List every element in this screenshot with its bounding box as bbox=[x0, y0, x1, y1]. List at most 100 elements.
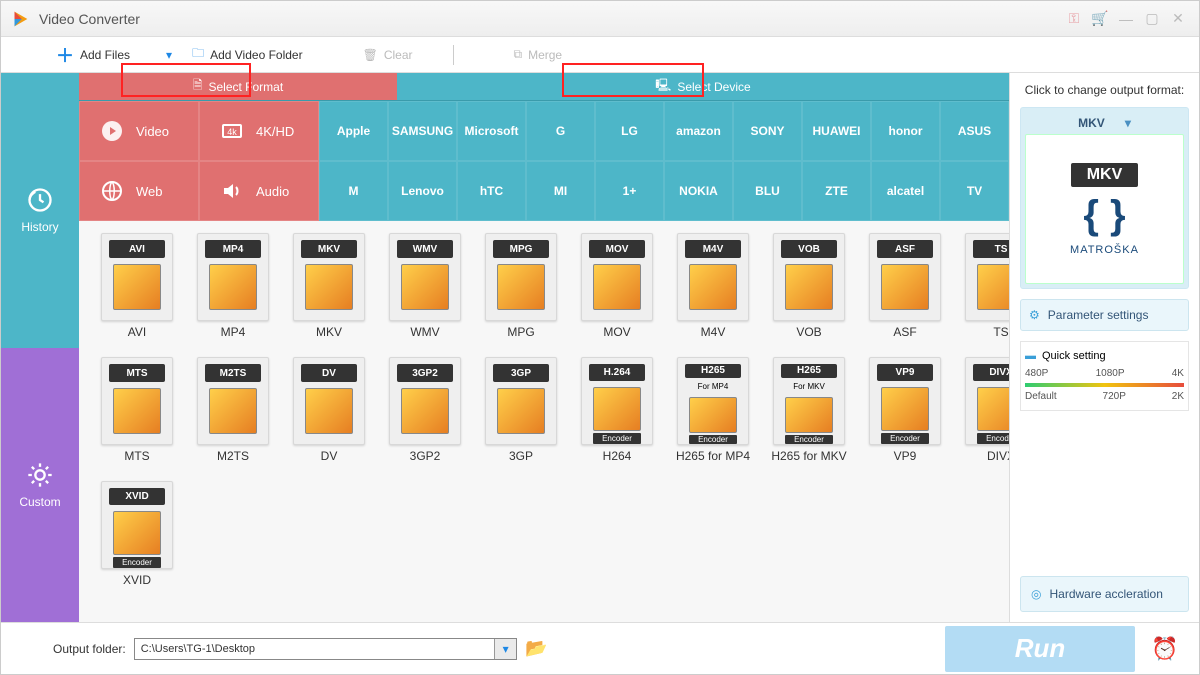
brand-1[interactable]: 1+ bbox=[595, 161, 664, 221]
brand-lg[interactable]: LG bbox=[595, 101, 664, 161]
brand-apple[interactable]: Apple bbox=[319, 101, 388, 161]
app-title: Video Converter bbox=[39, 11, 140, 27]
format-divx[interactable]: DIVXEncoderDIVX bbox=[961, 357, 1009, 463]
schedule-button[interactable]: ⏰ bbox=[1143, 636, 1187, 662]
output-folder-path: C:\Users\TG-1\Desktop bbox=[135, 643, 494, 655]
format-label: MPG bbox=[481, 325, 561, 339]
minimize-icon[interactable]: — bbox=[1113, 11, 1139, 27]
cart-icon[interactable]: 🛒 bbox=[1087, 10, 1113, 27]
format-vp9[interactable]: VP9EncoderVP9 bbox=[865, 357, 945, 463]
format-dv[interactable]: DVDV bbox=[289, 357, 369, 463]
maximize-icon[interactable]: ▢ bbox=[1139, 10, 1165, 27]
add-folder-label: Add Video Folder bbox=[210, 48, 303, 62]
brand-tv[interactable]: TV bbox=[940, 161, 1009, 221]
key-icon[interactable]: ⚿ bbox=[1061, 10, 1087, 27]
format-label: VOB bbox=[769, 325, 849, 339]
brand-sony[interactable]: SONY bbox=[733, 101, 802, 161]
brand-alcatel[interactable]: alcatel bbox=[871, 161, 940, 221]
output-format-hint: Click to change output format: bbox=[1020, 83, 1189, 97]
brand-mi[interactable]: MI bbox=[526, 161, 595, 221]
qs-default: Default bbox=[1025, 391, 1057, 402]
select-format-tab[interactable]: 🗎 Select Format bbox=[79, 73, 397, 100]
brand-honor[interactable]: honor bbox=[871, 101, 940, 161]
category-audio[interactable]: Audio bbox=[199, 161, 319, 221]
select-device-tab[interactable]: 🖳 Select Device bbox=[397, 73, 1009, 100]
chip-icon: ▬ bbox=[1025, 350, 1036, 362]
qs-720p: 720P bbox=[1103, 391, 1126, 402]
brand-g[interactable]: G bbox=[526, 101, 595, 161]
category-4khd[interactable]: 4k4K/HD bbox=[199, 101, 319, 161]
format-mov[interactable]: MOVMOV bbox=[577, 233, 657, 339]
open-folder-button[interactable]: 📂 bbox=[525, 638, 547, 659]
trash-icon: 🗑 bbox=[363, 48, 378, 62]
format-3gp[interactable]: 3GP3GP bbox=[481, 357, 561, 463]
format-grid: AVIAVIMP4MP4MKVMKVWMVWMVMPGMPGMOVMOVM4VM… bbox=[97, 233, 991, 587]
play-icon bbox=[100, 119, 124, 143]
category-video-label: Video bbox=[136, 124, 169, 139]
format-avi[interactable]: AVIAVI bbox=[97, 233, 177, 339]
brand-microsoft[interactable]: Microsoft bbox=[457, 101, 526, 161]
run-button[interactable]: Run bbox=[945, 626, 1135, 672]
brand-samsung[interactable]: SAMSUNG bbox=[388, 101, 457, 161]
format-m2ts[interactable]: M2TSM2TS bbox=[193, 357, 273, 463]
format-label: XVID bbox=[97, 573, 177, 587]
format-m4v[interactable]: M4VM4V bbox=[673, 233, 753, 339]
app-window: Video Converter ⚿ 🛒 — ▢ ✕ ＋ Add Files ▾ … bbox=[0, 0, 1200, 675]
selected-format-image: MKV { } MATROŠKA bbox=[1025, 134, 1184, 284]
format-wmv[interactable]: WMVWMV bbox=[385, 233, 465, 339]
brand-htc[interactable]: hTC bbox=[457, 161, 526, 221]
format-xvid[interactable]: XVIDEncoderXVID bbox=[97, 481, 177, 587]
merge-button[interactable]: ⧉ Merge bbox=[514, 47, 563, 62]
format-3gp2[interactable]: 3GP23GP2 bbox=[385, 357, 465, 463]
selected-format-card[interactable]: MKV ▾ MKV { } MATROŠKA bbox=[1020, 107, 1189, 289]
hardware-acceleration-button[interactable]: ◎ Hardware accleration bbox=[1020, 576, 1189, 612]
format-label: H265 for MKV bbox=[769, 449, 849, 463]
category-video[interactable]: Video bbox=[79, 101, 199, 161]
brand-m[interactable]: M bbox=[319, 161, 388, 221]
format-asf[interactable]: ASFASF bbox=[865, 233, 945, 339]
format-h265formp4[interactable]: H265For MP4EncoderH265 for MP4 bbox=[673, 357, 753, 463]
format-mpg[interactable]: MPGMPG bbox=[481, 233, 561, 339]
brand-asus[interactable]: ASUS bbox=[940, 101, 1009, 161]
qs-1080p: 1080P bbox=[1096, 368, 1125, 379]
format-vob[interactable]: VOBVOB bbox=[769, 233, 849, 339]
brand-lenovo[interactable]: Lenovo bbox=[388, 161, 457, 221]
format-ts[interactable]: TSTS bbox=[961, 233, 1009, 339]
titlebar: Video Converter ⚿ 🛒 — ▢ ✕ bbox=[1, 1, 1199, 37]
quality-slider[interactable] bbox=[1025, 383, 1184, 387]
brand-amazon[interactable]: amazon bbox=[664, 101, 733, 161]
format-label: MP4 bbox=[193, 325, 273, 339]
run-button-label: Run bbox=[1015, 633, 1066, 664]
qs-4k: 4K bbox=[1172, 368, 1184, 379]
history-tab[interactable]: History bbox=[1, 73, 79, 348]
right-panel: Click to change output format: MKV ▾ MKV… bbox=[1009, 73, 1199, 622]
category-web[interactable]: Web bbox=[79, 161, 199, 221]
close-icon[interactable]: ✕ bbox=[1165, 10, 1191, 27]
main-area: 🗎 Select Format 🖳 Select Device Video 4k… bbox=[79, 73, 1009, 622]
format-mkv[interactable]: MKVMKV bbox=[289, 233, 369, 339]
brand-zte[interactable]: ZTE bbox=[802, 161, 871, 221]
format-label: MKV bbox=[289, 325, 369, 339]
select-tabs-row: 🗎 Select Format 🖳 Select Device bbox=[79, 73, 1009, 101]
add-files-button[interactable]: ＋ Add Files ▾ bbox=[56, 42, 172, 68]
speaker-icon bbox=[220, 179, 244, 203]
chevron-down-icon: ▾ bbox=[1125, 116, 1131, 130]
format-mts[interactable]: MTSMTS bbox=[97, 357, 177, 463]
parameter-settings-label: Parameter settings bbox=[1048, 308, 1149, 322]
add-folder-button[interactable]: 🗀 Add Video Folder bbox=[192, 44, 303, 65]
chevron-down-icon[interactable]: ▾ bbox=[494, 639, 516, 659]
custom-tab[interactable]: Custom bbox=[1, 348, 79, 623]
format-mp4[interactable]: MP4MP4 bbox=[193, 233, 273, 339]
output-folder-combo[interactable]: C:\Users\TG-1\Desktop ▾ bbox=[134, 638, 517, 660]
format-h264[interactable]: H.264EncoderH264 bbox=[577, 357, 657, 463]
brand-nokia[interactable]: NOKIA bbox=[664, 161, 733, 221]
brand-huawei[interactable]: HUAWEI bbox=[802, 101, 871, 161]
format-h265formkv[interactable]: H265For MKVEncoderH265 for MKV bbox=[769, 357, 849, 463]
parameter-settings-button[interactable]: ⚙ Parameter settings bbox=[1020, 299, 1189, 331]
history-tab-label: History bbox=[21, 220, 58, 234]
brand-blu[interactable]: BLU bbox=[733, 161, 802, 221]
app-logo-icon bbox=[9, 8, 31, 30]
doc-icon: 🗎 bbox=[193, 76, 203, 97]
chevron-down-icon[interactable]: ▾ bbox=[166, 48, 172, 62]
clear-button[interactable]: 🗑 Clear bbox=[363, 48, 413, 62]
